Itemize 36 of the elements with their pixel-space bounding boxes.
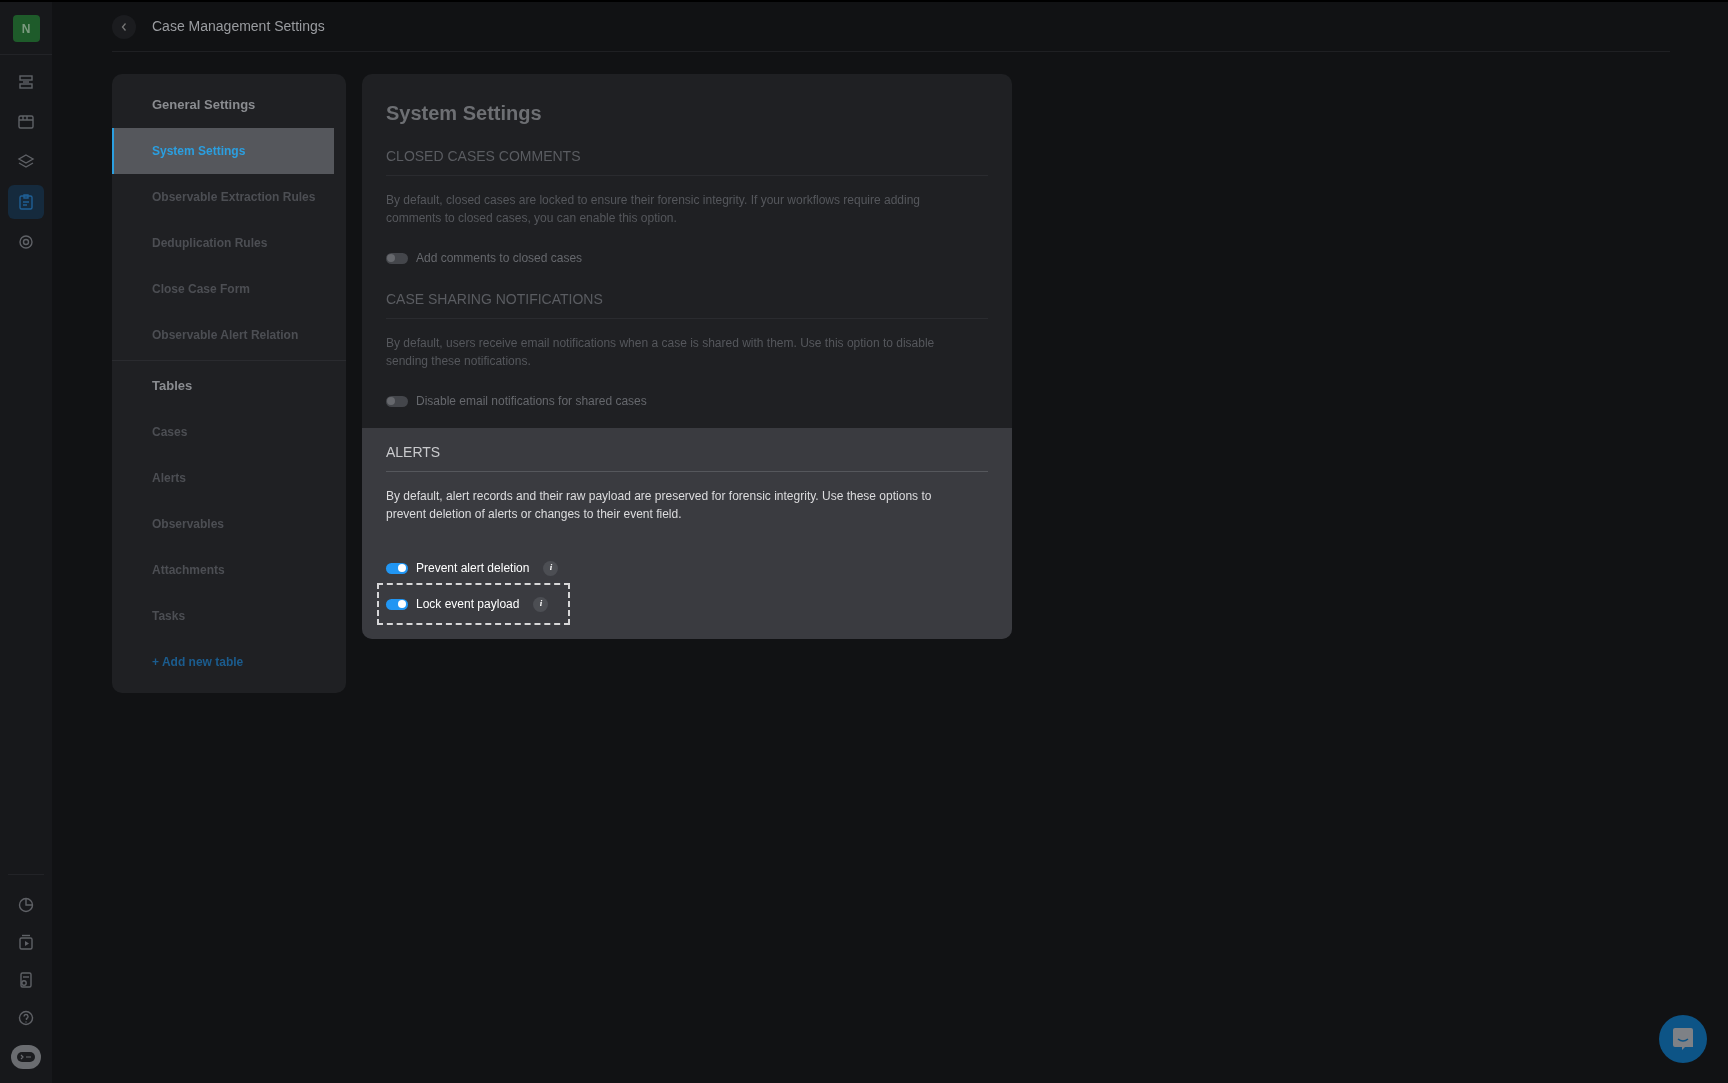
- receipt-icon: [17, 971, 35, 989]
- nav-heading: Tables: [151, 377, 194, 396]
- gear-icon: [17, 233, 35, 251]
- chat-button[interactable]: [1659, 1015, 1707, 1063]
- page-title: Case Management Settings: [152, 17, 325, 36]
- info-icon[interactable]: i: [533, 596, 549, 612]
- help-icon: [17, 1009, 35, 1027]
- clipboard-icon: [17, 193, 35, 211]
- section-heading: CLOSED CASES COMMENTS: [386, 146, 988, 176]
- avatar[interactable]: N: [12, 15, 40, 42]
- browser-window-icon: [17, 113, 35, 131]
- toggle-switch[interactable]: [386, 395, 408, 407]
- toggle-label: Prevent alert deletion: [416, 560, 530, 577]
- add-table-link[interactable]: + Add new table: [112, 639, 346, 685]
- sliders-icon: [17, 73, 35, 91]
- section-heading: ALERTS: [386, 442, 988, 472]
- back-button[interactable]: [112, 14, 136, 39]
- layers-icon: [17, 153, 35, 171]
- toggle-label: Add comments to closed cases: [416, 250, 583, 267]
- toggle-switch[interactable]: [386, 598, 408, 610]
- toggle-label: Disable email notifications for shared cases: [416, 393, 647, 410]
- chat-icon: [1672, 1027, 1694, 1051]
- play-box-icon: [17, 933, 35, 951]
- rail-button[interactable]: [8, 185, 44, 219]
- toggle-switch[interactable]: [386, 252, 408, 264]
- nav-item[interactable]: System Settings: [112, 128, 334, 174]
- nav-heading: General Settings: [151, 96, 257, 115]
- panel-title: System Settings: [385, 101, 543, 126]
- toggle-switch[interactable]: [386, 562, 408, 574]
- section-description: By default, alert records and their raw payload are preserved for forensic integrity. Use these options to prevent deletion of alerts or changes to their event field.: [386, 488, 933, 523]
- pie-chart-icon: [17, 895, 35, 913]
- toggle-label: Lock event payload: [416, 596, 520, 613]
- chevron-left-icon: [120, 21, 128, 32]
- section-heading: CASE SHARING NOTIFICATIONS: [386, 289, 988, 319]
- info-icon[interactable]: i: [543, 560, 559, 576]
- chatbot-icon: [11, 1045, 41, 1069]
